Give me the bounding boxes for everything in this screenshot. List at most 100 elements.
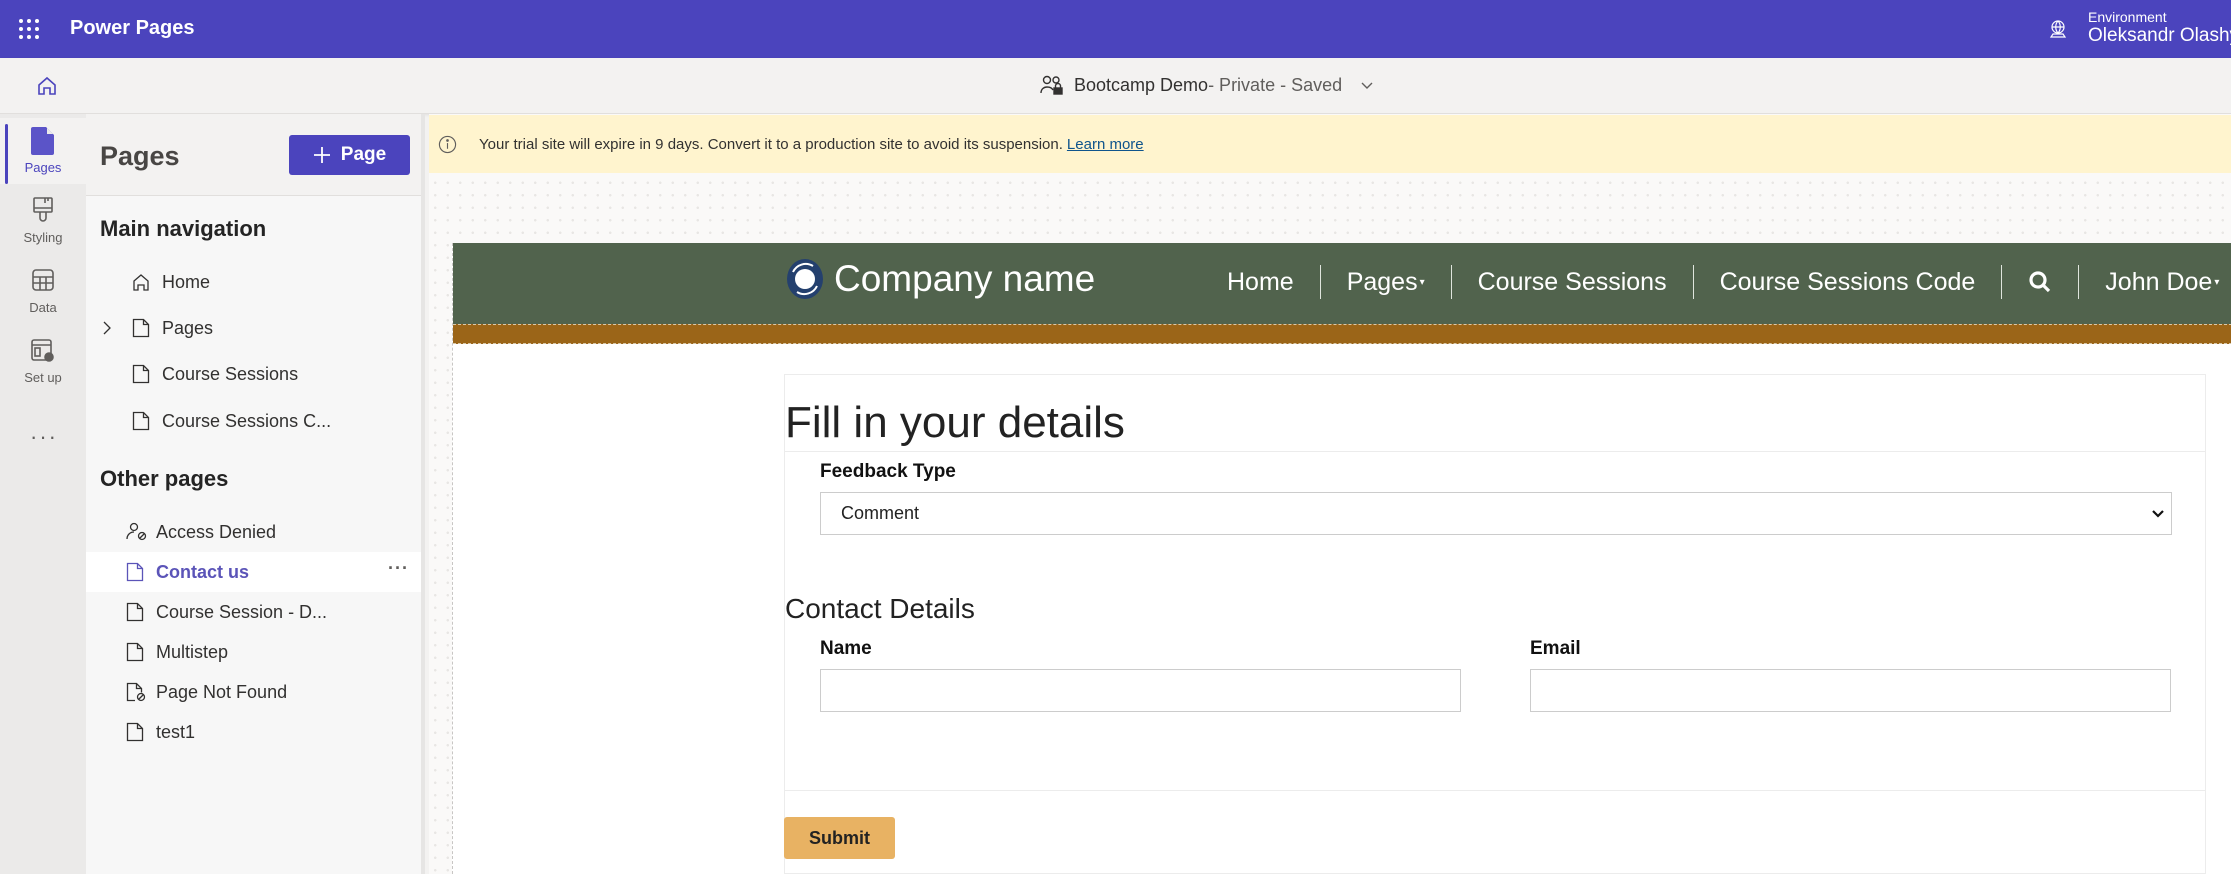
contact-form: Fill in your details Feedback Type Comme…: [784, 374, 2206, 874]
nav-item-label: Access Denied: [156, 521, 277, 542]
nav-item-page-not-found[interactable]: Page Not Found: [86, 672, 421, 712]
menu-label: Home: [1227, 267, 1294, 296]
nav-item-label: Multistep: [156, 641, 229, 662]
more-options-icon[interactable]: ···: [388, 558, 409, 579]
rail-label: Data: [29, 300, 57, 315]
main-navigation-heading: Main navigation: [100, 216, 267, 241]
divider: [785, 790, 2205, 791]
nav-item-label: Home: [162, 271, 211, 292]
plus-icon: [313, 147, 330, 163]
submit-button[interactable]: Submit: [784, 817, 895, 859]
caret-down-icon: ▾: [1419, 276, 1425, 288]
menu-label: Course Sessions: [1477, 267, 1667, 296]
rail-label: Pages: [24, 160, 62, 175]
nav-item-label: Course Sessions: [162, 363, 299, 384]
site-menu-user[interactable]: John Doe ▾: [2079, 265, 2219, 299]
page-icon: [132, 411, 150, 431]
add-page-button[interactable]: Page: [289, 135, 410, 175]
table-icon: [32, 269, 54, 291]
left-rail: Pages Styling Data Set up ···: [0, 114, 86, 874]
info-icon: [438, 135, 457, 153]
site-menu-course-sessions[interactable]: Course Sessions: [1452, 265, 1694, 299]
search-icon: [2029, 271, 2051, 293]
nav-item-home[interactable]: Home: [86, 262, 421, 302]
menu-label: Course Sessions Code: [1719, 267, 1976, 296]
company-name: Company name: [834, 258, 1096, 299]
email-input[interactable]: [1530, 669, 2171, 712]
site-name: Bootcamp Demo: [1074, 74, 1209, 95]
nav-item-course-sessions[interactable]: Course Sessions: [86, 354, 421, 394]
rail-item-pages[interactable]: Pages: [0, 118, 86, 184]
more-icon[interactable]: ···: [30, 424, 58, 450]
nav-item-course-sessions-code[interactable]: Course Sessions C...: [86, 401, 421, 441]
menu-label: John Doe: [2105, 267, 2213, 296]
divider: [785, 451, 2205, 452]
globe-icon[interactable]: [2048, 19, 2068, 39]
site-preview: Company name Home Pages ▾ Course Sessions…: [452, 243, 2231, 874]
email-label: Email: [1530, 638, 1581, 659]
feedback-type-select[interactable]: Comment: [820, 492, 2172, 535]
environment-name[interactable]: Oleksandr Olashyn: [2088, 25, 2231, 47]
app-launcher-icon[interactable]: [19, 19, 39, 39]
site-menu-search[interactable]: [2002, 265, 2080, 299]
menu-label: Pages: [1346, 267, 1418, 296]
nav-item-label: Contact us: [156, 561, 250, 582]
trial-banner: Your trial site will expire in 9 days. C…: [429, 115, 2231, 173]
name-input[interactable]: [820, 669, 1461, 712]
feedback-type-value: Comment: [841, 503, 920, 523]
nav-item-label: Pages: [162, 317, 214, 338]
site-menu-course-sessions-code[interactable]: Course Sessions Code: [1694, 265, 2003, 299]
pages-panel: Pages Page Main navigation Home Pages Co…: [86, 114, 425, 874]
site-menu-home[interactable]: Home: [1201, 265, 1321, 299]
site-permissions-icon: [1040, 75, 1063, 95]
nav-item-label: Course Session - D...: [156, 601, 328, 622]
site-header[interactable]: Company name Home Pages ▾ Course Sessions…: [453, 243, 2231, 324]
site-brand[interactable]: Company name: [786, 258, 1095, 300]
chevron-right-icon[interactable]: [101, 320, 113, 336]
home-icon: [133, 274, 149, 291]
feedback-type-label: Feedback Type: [820, 461, 956, 482]
nav-item-test1[interactable]: test1: [86, 712, 421, 752]
page-icon: [126, 642, 144, 662]
nav-item-access-denied[interactable]: Access Denied: [86, 512, 421, 552]
site-menu: Home Pages ▾ Course Sessions Course Sessi…: [1201, 265, 2219, 299]
nav-item-contact-us[interactable]: Contact us ···: [86, 552, 421, 592]
site-bar: Bootcamp Demo - Private - Saved: [0, 58, 2231, 114]
banner-message: Your trial site will expire in 9 days. C…: [479, 135, 1063, 153]
rail-item-styling[interactable]: Styling: [0, 188, 86, 254]
rail-item-setup[interactable]: Set up: [0, 328, 86, 394]
rail-label: Set up: [24, 370, 62, 385]
nav-item-pages[interactable]: Pages: [86, 308, 421, 348]
rail-item-data[interactable]: Data: [0, 258, 86, 324]
nav-item-multistep[interactable]: Multistep: [86, 632, 421, 672]
form-title: Fill in your details: [785, 398, 1125, 447]
page-icon: [126, 602, 144, 622]
learn-more-link[interactable]: Learn more: [1067, 136, 1144, 153]
home-icon[interactable]: [36, 75, 58, 97]
app-title[interactable]: Power Pages: [70, 17, 195, 40]
chevron-down-icon[interactable]: [1360, 78, 1374, 92]
site-menu-pages[interactable]: Pages ▾: [1321, 265, 1452, 299]
nav-item-course-session-details[interactable]: Course Session - D...: [86, 592, 421, 632]
site-selector[interactable]: Bootcamp Demo - Private - Saved: [1040, 74, 1374, 96]
site-header-stripe: [453, 324, 2231, 344]
page-icon: [31, 127, 54, 155]
page-blocked-icon: [126, 682, 146, 702]
panel-header: Pages Page: [86, 114, 421, 196]
site-status: - Private - Saved: [1208, 74, 1343, 95]
app-header: Power Pages Environment Oleksandr Olashy…: [0, 0, 2231, 58]
contact-details-heading: Contact Details: [785, 593, 975, 624]
nav-item-label: Page Not Found: [156, 681, 288, 702]
environment-label: Environment: [2088, 9, 2167, 25]
name-label: Name: [820, 638, 872, 659]
person-blocked-icon: [126, 522, 147, 541]
page-icon: [126, 722, 144, 742]
caret-down-icon: ▾: [2214, 276, 2220, 288]
page-icon: [132, 318, 150, 338]
rail-label: Styling: [23, 230, 63, 245]
paintbrush-icon: [33, 197, 53, 222]
page-icon: [126, 562, 144, 582]
add-page-label: Page: [340, 144, 387, 165]
panel-title: Pages: [100, 141, 180, 171]
nav-item-label: test1: [156, 721, 196, 742]
